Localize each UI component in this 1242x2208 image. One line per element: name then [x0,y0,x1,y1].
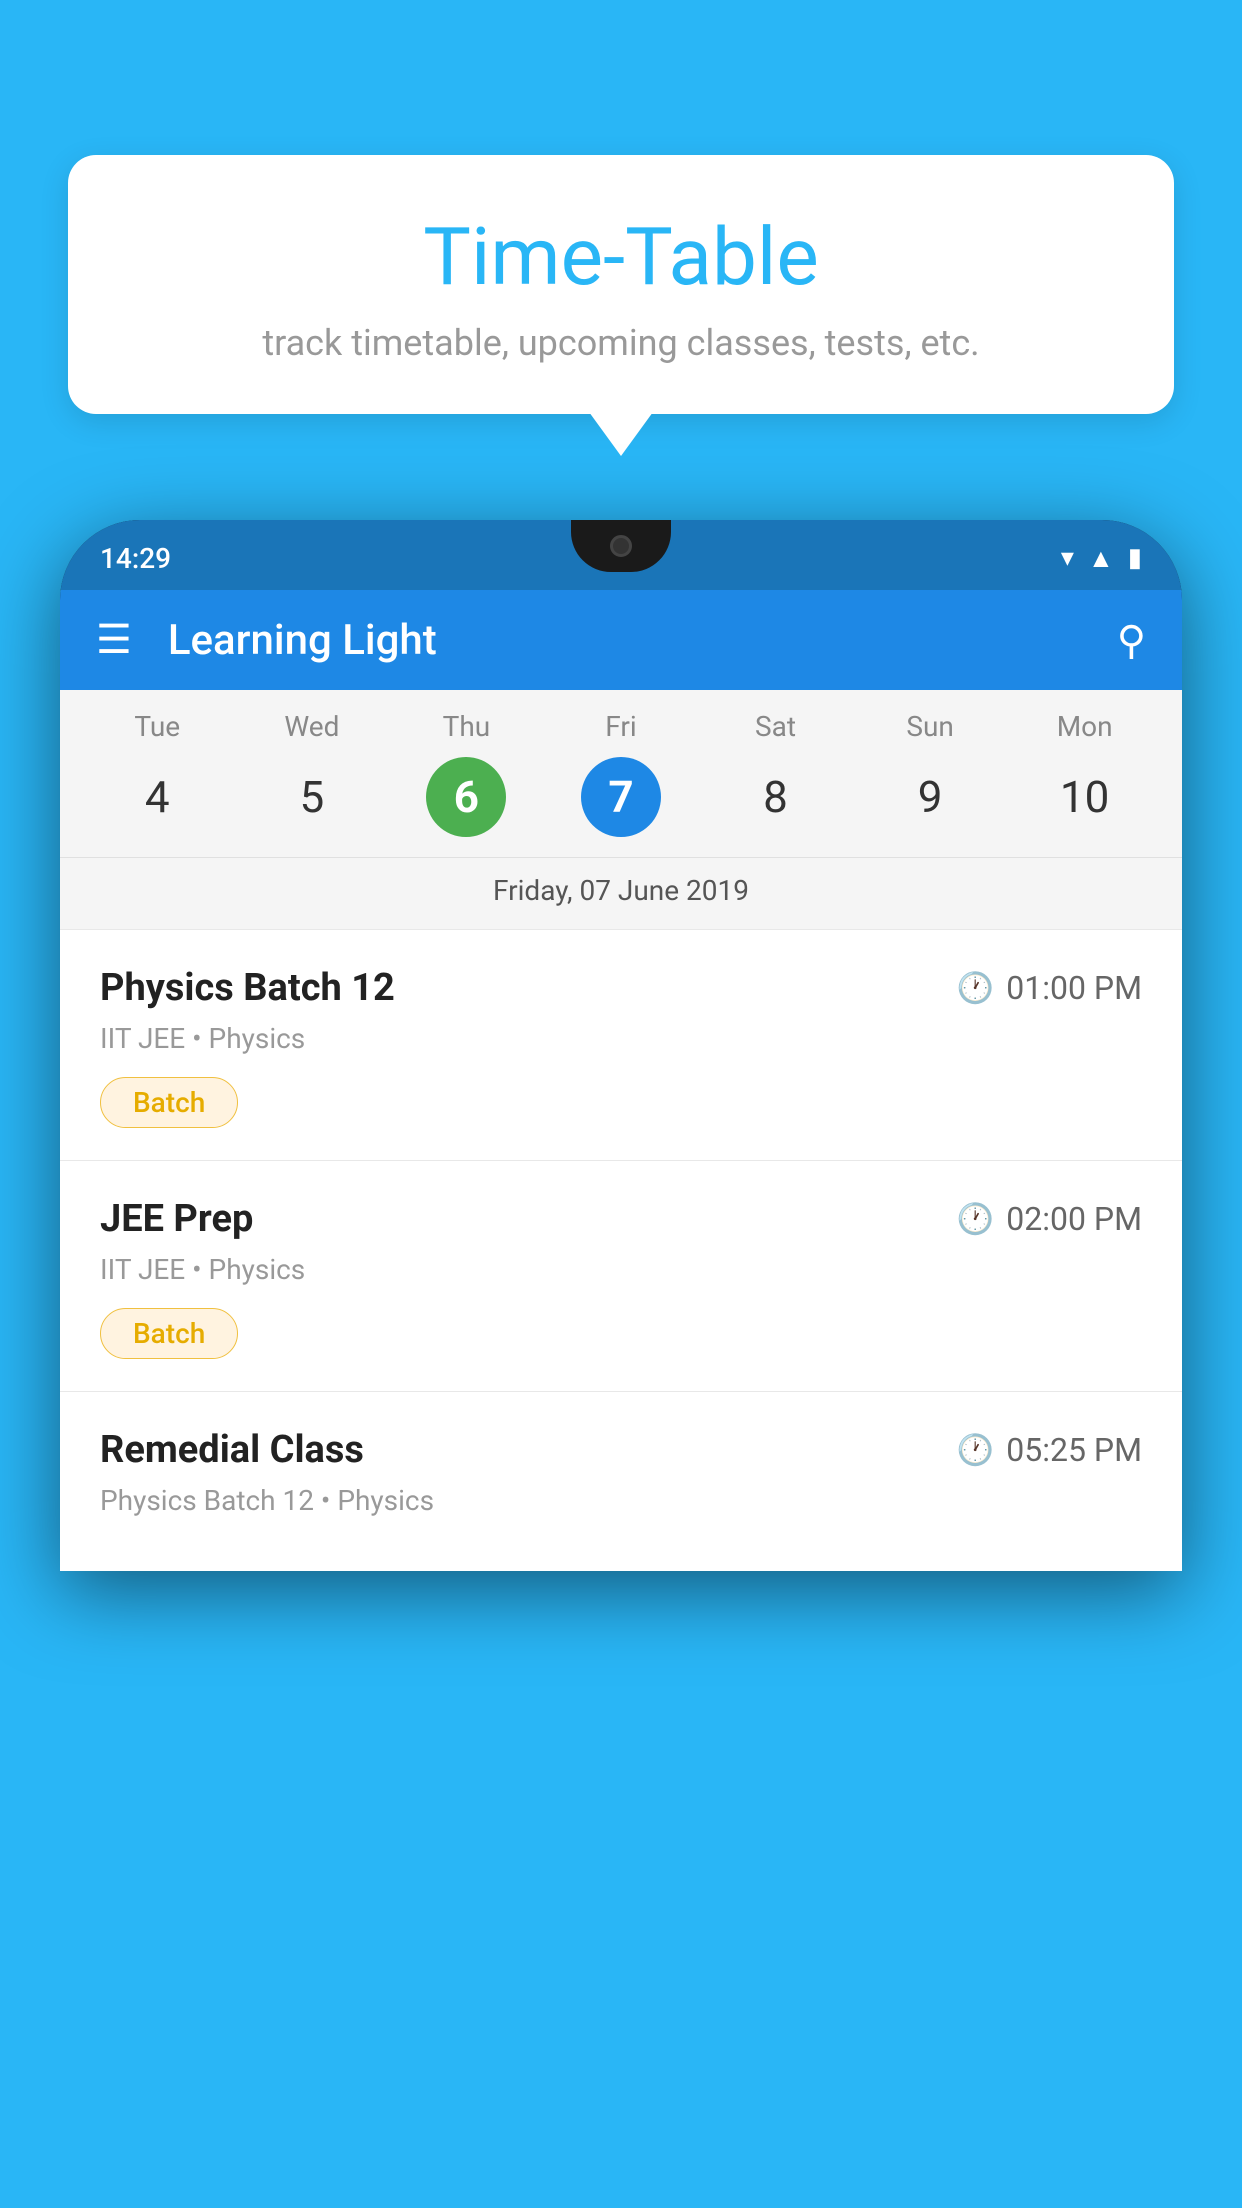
hamburger-icon[interactable]: ☰ [96,620,132,660]
day-number[interactable]: 9 [890,757,970,837]
phone-screen: 14:29 ▾ ▲ ▮ ☰ Learning Light ⚲ Tue4Wed5T… [60,520,1182,1571]
day-name: Sun [906,710,954,743]
day-name: Wed [284,710,339,743]
day-name: Mon [1057,710,1113,743]
tooltip-card: Time-Table track timetable, upcoming cla… [68,155,1174,414]
class-item[interactable]: Remedial Class 🕐05:25 PM Physics Batch 12 … [60,1391,1182,1571]
clock-icon: 🕐 [957,1202,994,1237]
day-name: Tue [134,710,180,743]
battery-icon: ▮ [1128,543,1142,573]
day-number[interactable]: 4 [117,757,197,837]
calendar-day-9[interactable]: Sun 9 [870,710,990,837]
calendar-day-4[interactable]: Tue 4 [97,710,217,837]
app-title: Learning Light [168,616,1117,665]
day-number[interactable]: 6 [426,757,506,837]
day-number[interactable]: 10 [1045,757,1125,837]
calendar-day-5[interactable]: Wed 5 [252,710,372,837]
calendar-day-6[interactable]: Thu 6 [406,710,526,837]
status-icons: ▾ ▲ ▮ [1061,543,1142,574]
batch-badge: Batch [100,1308,238,1359]
class-item-header: Physics Batch 12 🕐01:00 PM [100,966,1142,1010]
class-item[interactable]: Physics Batch 12 🕐01:00 PM IIT JEE • Physi… [60,929,1182,1160]
tooltip-title: Time-Table [128,210,1114,304]
day-number[interactable]: 8 [736,757,816,837]
clock-icon: 🕐 [957,1433,994,1468]
app-bar: ☰ Learning Light ⚲ [60,590,1182,690]
class-name: Remedial Class [100,1428,364,1472]
class-time: 🕐05:25 PM [957,1431,1142,1469]
class-time: 🕐02:00 PM [957,1200,1142,1238]
tooltip-subtitle: track timetable, upcoming classes, tests… [128,322,1114,364]
day-number[interactable]: 5 [272,757,352,837]
day-name: Thu [443,710,491,743]
calendar-strip: Tue 4 Wed 5 Thu 6 Fri 7 Sat 8 Sun 9 Mon 10 Friday, 07… [60,690,1182,929]
day-number[interactable]: 7 [581,757,661,837]
day-name: Fri [605,710,636,743]
search-icon[interactable]: ⚲ [1117,617,1146,664]
status-time: 14:29 [100,542,171,575]
calendar-day-7[interactable]: Fri 7 [561,710,681,837]
camera-dot [610,535,632,557]
phone-frame: 14:29 ▾ ▲ ▮ ☰ Learning Light ⚲ Tue4Wed5T… [60,520,1182,2208]
class-item-header: JEE Prep 🕐02:00 PM [100,1197,1142,1241]
class-time: 🕐01:00 PM [957,969,1142,1007]
class-meta: Physics Batch 12 • Physics [100,1484,1142,1517]
signal-icon: ▲ [1088,543,1114,574]
batch-badge: Batch [100,1077,238,1128]
class-item[interactable]: JEE Prep 🕐02:00 PM IIT JEE • Physics Batch [60,1160,1182,1391]
day-name: Sat [755,710,796,743]
days-header: Tue 4 Wed 5 Thu 6 Fri 7 Sat 8 Sun 9 Mon 10 [60,710,1182,847]
class-meta: IIT JEE • Physics [100,1253,1142,1286]
calendar-day-8[interactable]: Sat 8 [716,710,836,837]
calendar-day-10[interactable]: Mon 10 [1025,710,1145,837]
class-meta: IIT JEE • Physics [100,1022,1142,1055]
wifi-icon: ▾ [1061,543,1074,573]
class-list: Physics Batch 12 🕐01:00 PM IIT JEE • Physi… [60,929,1182,1571]
class-name: JEE Prep [100,1197,253,1241]
selected-date-label: Friday, 07 June 2019 [60,857,1182,929]
class-item-header: Remedial Class 🕐05:25 PM [100,1428,1142,1472]
class-name: Physics Batch 12 [100,966,395,1010]
clock-icon: 🕐 [957,971,994,1006]
